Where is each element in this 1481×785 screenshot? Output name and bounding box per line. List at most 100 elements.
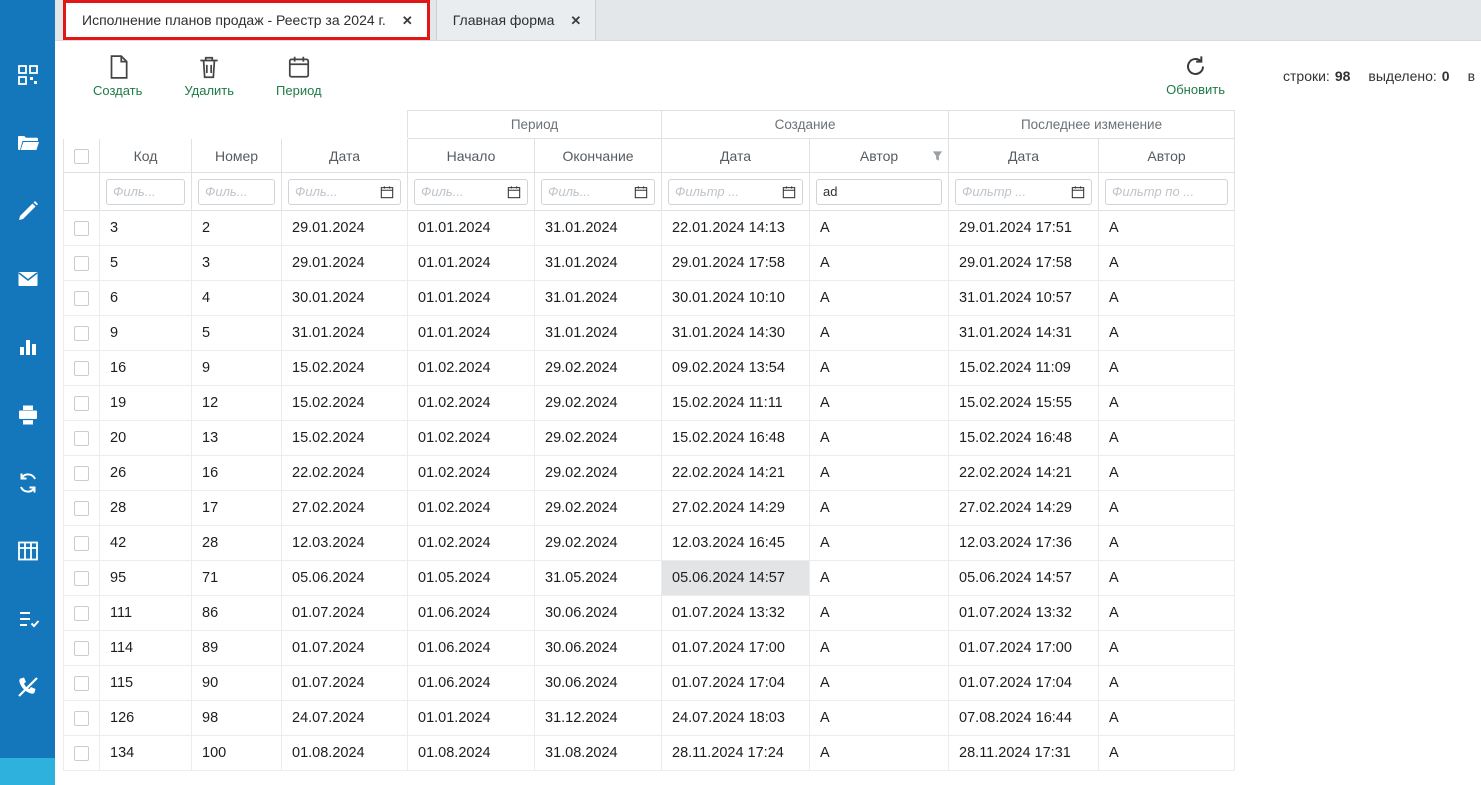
- cell-number[interactable]: 28: [192, 526, 282, 561]
- cell-change-date[interactable]: 01.07.2024 17:04: [949, 666, 1099, 701]
- cell-creation-author[interactable]: A: [810, 666, 949, 701]
- cell-date[interactable]: 15.02.2024: [282, 351, 408, 386]
- cell-date[interactable]: 22.02.2024: [282, 456, 408, 491]
- table-row[interactable]: 16 9 15.02.2024 01.02.2024 29.02.2024 09…: [64, 351, 1235, 386]
- cell-date[interactable]: 31.01.2024: [282, 316, 408, 351]
- sidebar-item-print[interactable]: [15, 403, 41, 427]
- create-button[interactable]: Создать: [83, 50, 152, 102]
- cell-date[interactable]: 27.02.2024: [282, 491, 408, 526]
- cell-code[interactable]: 134: [100, 736, 192, 771]
- cell-period-start[interactable]: 01.02.2024: [408, 491, 535, 526]
- cell-change-date[interactable]: 12.03.2024 17:36: [949, 526, 1099, 561]
- cell-code[interactable]: 3: [100, 211, 192, 246]
- cell-creation-date[interactable]: 15.02.2024 16:48: [662, 421, 810, 456]
- cell-change-author[interactable]: A: [1099, 421, 1235, 456]
- row-checkbox[interactable]: [74, 396, 89, 411]
- row-checkbox[interactable]: [74, 606, 89, 621]
- cell-change-author[interactable]: A: [1099, 491, 1235, 526]
- cell-creation-date[interactable]: 12.03.2024 16:45: [662, 526, 810, 561]
- calendar-icon[interactable]: [634, 185, 648, 199]
- cell-date[interactable]: 01.08.2024: [282, 736, 408, 771]
- cell-creation-author[interactable]: A: [810, 561, 949, 596]
- cell-period-start[interactable]: 01.02.2024: [408, 386, 535, 421]
- row-checkbox[interactable]: [74, 221, 89, 236]
- cell-change-author[interactable]: A: [1099, 526, 1235, 561]
- cell-creation-date[interactable]: 29.01.2024 17:58: [662, 246, 810, 281]
- cell-period-start[interactable]: 01.01.2024: [408, 246, 535, 281]
- cell-change-author[interactable]: A: [1099, 316, 1235, 351]
- cell-date[interactable]: 01.07.2024: [282, 631, 408, 666]
- row-checkbox[interactable]: [74, 326, 89, 341]
- cell-period-end[interactable]: 31.12.2024: [535, 701, 662, 736]
- table-row[interactable]: 114 89 01.07.2024 01.06.2024 30.06.2024 …: [64, 631, 1235, 666]
- cell-period-end[interactable]: 31.01.2024: [535, 316, 662, 351]
- column-header-period-end[interactable]: Окончание: [535, 139, 662, 173]
- cell-date[interactable]: 12.03.2024: [282, 526, 408, 561]
- row-checkbox[interactable]: [74, 466, 89, 481]
- cell-change-author[interactable]: A: [1099, 736, 1235, 771]
- cell-creation-date[interactable]: 24.07.2024 18:03: [662, 701, 810, 736]
- cell-period-start[interactable]: 01.06.2024: [408, 596, 535, 631]
- cell-creation-date[interactable]: 09.02.2024 13:54: [662, 351, 810, 386]
- cell-number[interactable]: 9: [192, 351, 282, 386]
- cell-change-author[interactable]: A: [1099, 666, 1235, 701]
- cell-change-date[interactable]: 22.02.2024 14:21: [949, 456, 1099, 491]
- cell-period-start[interactable]: 01.05.2024: [408, 561, 535, 596]
- cell-date[interactable]: 29.01.2024: [282, 211, 408, 246]
- refresh-button[interactable]: Обновить: [1156, 50, 1235, 101]
- cell-creation-date[interactable]: 22.01.2024 14:13: [662, 211, 810, 246]
- cell-code[interactable]: 111: [100, 596, 192, 631]
- cell-period-end[interactable]: 30.06.2024: [535, 596, 662, 631]
- cell-period-end[interactable]: 29.02.2024: [535, 386, 662, 421]
- sidebar-item-reports[interactable]: [15, 335, 41, 359]
- cell-period-end[interactable]: 29.02.2024: [535, 351, 662, 386]
- cell-number[interactable]: 71: [192, 561, 282, 596]
- column-header-change-date[interactable]: Дата: [949, 139, 1099, 173]
- cell-period-end[interactable]: 31.01.2024: [535, 211, 662, 246]
- sidebar-item-calls[interactable]: [15, 675, 41, 699]
- cell-change-date[interactable]: 27.02.2024 14:29: [949, 491, 1099, 526]
- cell-change-author[interactable]: A: [1099, 631, 1235, 666]
- cell-change-author[interactable]: A: [1099, 386, 1235, 421]
- filter-change-date-input[interactable]: [962, 184, 1067, 199]
- cell-change-author[interactable]: A: [1099, 351, 1235, 386]
- cell-period-start[interactable]: 01.02.2024: [408, 421, 535, 456]
- cell-number[interactable]: 100: [192, 736, 282, 771]
- sidebar-item-mail[interactable]: [15, 267, 41, 291]
- cell-date[interactable]: 01.07.2024: [282, 596, 408, 631]
- cell-creation-date[interactable]: 01.07.2024 13:32: [662, 596, 810, 631]
- cell-date[interactable]: 29.01.2024: [282, 246, 408, 281]
- calendar-icon[interactable]: [782, 185, 796, 199]
- sidebar-item-tasks[interactable]: [15, 607, 41, 631]
- cell-number[interactable]: 4: [192, 281, 282, 316]
- cell-change-date[interactable]: 15.02.2024 15:55: [949, 386, 1099, 421]
- table-row[interactable]: 3 2 29.01.2024 01.01.2024 31.01.2024 22.…: [64, 211, 1235, 246]
- filter-period-end-input[interactable]: [548, 184, 630, 199]
- select-all-checkbox[interactable]: [74, 149, 89, 164]
- cell-period-end[interactable]: 31.08.2024: [535, 736, 662, 771]
- cell-period-end[interactable]: 29.02.2024: [535, 456, 662, 491]
- cell-number[interactable]: 89: [192, 631, 282, 666]
- cell-date[interactable]: 05.06.2024: [282, 561, 408, 596]
- cell-code[interactable]: 9: [100, 316, 192, 351]
- table-row[interactable]: 42 28 12.03.2024 01.02.2024 29.02.2024 1…: [64, 526, 1235, 561]
- cell-period-end[interactable]: 30.06.2024: [535, 631, 662, 666]
- sidebar-item-edit[interactable]: [15, 199, 41, 223]
- cell-number[interactable]: 17: [192, 491, 282, 526]
- cell-creation-date[interactable]: 22.02.2024 14:21: [662, 456, 810, 491]
- cell-period-end[interactable]: 31.05.2024: [535, 561, 662, 596]
- column-header-creation-date[interactable]: Дата: [662, 139, 810, 173]
- column-header-creation-author[interactable]: Автор: [810, 139, 949, 173]
- filter-number-input[interactable]: [205, 184, 268, 199]
- table-row[interactable]: 19 12 15.02.2024 01.02.2024 29.02.2024 1…: [64, 386, 1235, 421]
- cell-code[interactable]: 16: [100, 351, 192, 386]
- cell-creation-author[interactable]: A: [810, 491, 949, 526]
- cell-creation-author[interactable]: A: [810, 526, 949, 561]
- cell-date[interactable]: 30.01.2024: [282, 281, 408, 316]
- cell-period-end[interactable]: 29.02.2024: [535, 526, 662, 561]
- cell-number[interactable]: 3: [192, 246, 282, 281]
- cell-change-author[interactable]: A: [1099, 596, 1235, 631]
- cell-number[interactable]: 98: [192, 701, 282, 736]
- cell-creation-author[interactable]: A: [810, 281, 949, 316]
- cell-date[interactable]: 15.02.2024: [282, 421, 408, 456]
